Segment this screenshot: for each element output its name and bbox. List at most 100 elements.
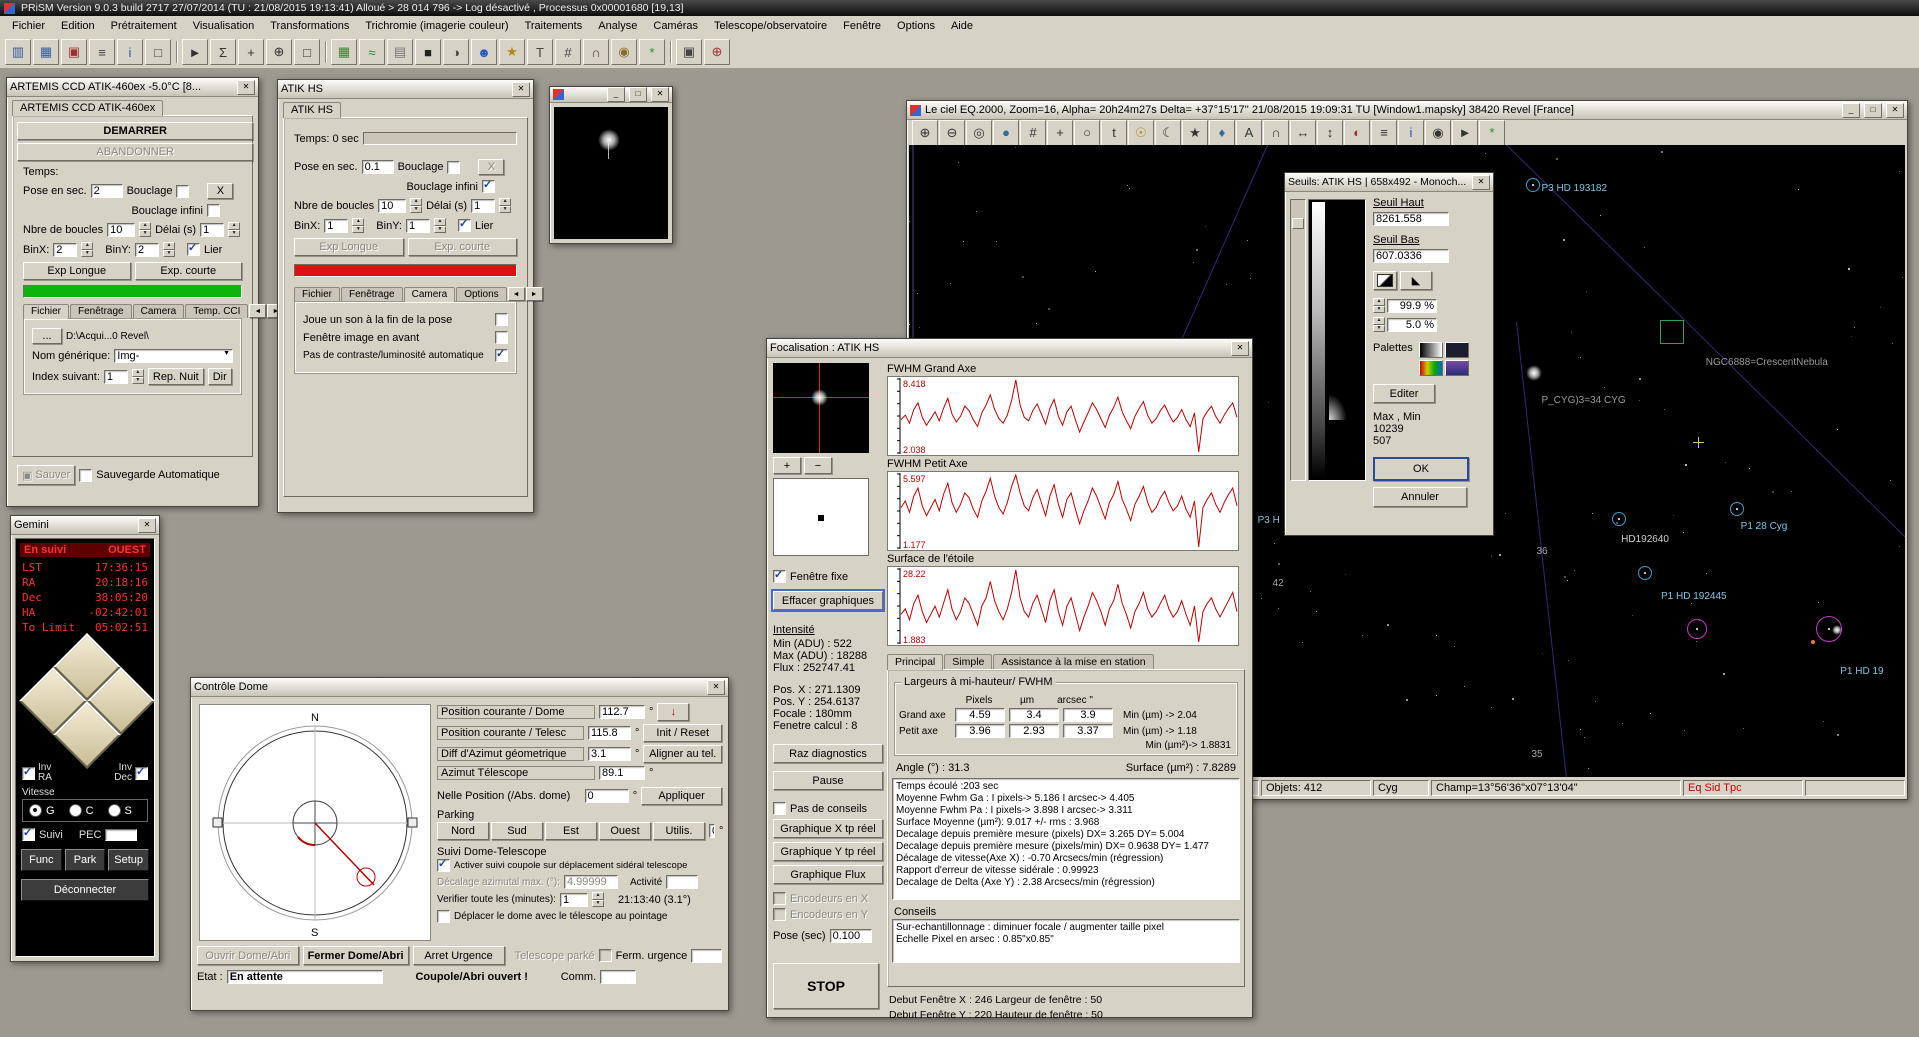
sky-time-button[interactable]: t (1101, 120, 1127, 146)
zoom-out-button[interactable]: − (804, 457, 832, 474)
nbre-boucles-spinner[interactable]: ▲▼ (410, 198, 422, 213)
seuil-haut-value[interactable]: 8261.558 (1373, 212, 1449, 226)
nord-park-button[interactable]: Nord (437, 822, 489, 840)
index-spinner[interactable]: ▲▼ (132, 369, 144, 384)
threshold-slider[interactable] (1290, 199, 1306, 481)
decalage-input[interactable]: 4.99999 (564, 875, 618, 889)
bouclage-checkbox[interactable] (176, 185, 189, 198)
pose-sec-input[interactable]: 0.100 (830, 929, 872, 943)
sky-object-label[interactable]: P1 28 Cyg (1741, 521, 1788, 532)
menu-item-cameras[interactable]: Caméras (645, 18, 706, 34)
tab-assistance[interactable]: Assistance à la mise en station (993, 654, 1153, 669)
menu-item-traitements[interactable]: Traitements (517, 18, 591, 34)
tab-scroll-left-button[interactable]: ◄ (508, 287, 525, 301)
sky-settings-button[interactable]: * (1479, 120, 1505, 146)
object-ring-marker[interactable] (1612, 512, 1626, 526)
pct-low-spinner[interactable]: ▲▼ (1373, 317, 1385, 332)
tab-scroll-left-button[interactable]: ◄ (249, 304, 266, 318)
preview-maximize-button[interactable]: □ (629, 87, 647, 102)
verifier-input[interactable]: 1 (560, 893, 588, 907)
object-ring-marker[interactable] (1638, 566, 1652, 580)
tab-camera[interactable]: Camera (404, 287, 456, 302)
graphique-y-tp-reel-button[interactable]: Graphique Y tp réel (773, 842, 883, 861)
graphique-flux-button[interactable]: Graphique Flux (773, 865, 883, 884)
artemis-tab[interactable]: ARTEMIS CCD ATIK-460ex (12, 100, 163, 116)
tab-principal[interactable]: Principal (887, 654, 943, 670)
palette-negative-button[interactable] (1445, 342, 1469, 358)
artemis-titlebar[interactable]: ARTEMIS CCD ATIK-460ex -5.0°C [8... ✕ (7, 78, 258, 97)
browse-button[interactable]: ... (32, 328, 62, 344)
setup-button[interactable]: Setup (108, 849, 149, 871)
sky-flip-v-button[interactable]: ↕ (1317, 120, 1343, 146)
sky-close-button[interactable]: ✕ (1886, 103, 1904, 118)
rep-nuit-button[interactable]: Rep. Nuit (148, 368, 204, 385)
exp-courte-button[interactable]: Exp. courte (135, 262, 243, 280)
histogram[interactable] (1308, 199, 1366, 481)
index-suivant-input[interactable]: 1 (104, 370, 128, 384)
sky-object-label[interactable]: 36 (1536, 546, 1547, 557)
sky-map-button[interactable]: ★ (499, 39, 525, 65)
exp-courte-button[interactable]: Exp. courte (408, 238, 518, 256)
park-azimuth-input[interactable]: 0 (709, 824, 715, 838)
preview-minimize-button[interactable]: _ (607, 87, 625, 102)
tab-fichier[interactable]: Fichier (23, 304, 69, 319)
autoguide-button[interactable]: ⊕ (704, 39, 730, 65)
gemini-titlebar[interactable]: Gemini ✕ (11, 516, 159, 535)
stop-exposure-button[interactable]: X (478, 159, 504, 175)
menu-item-options[interactable]: Options (889, 18, 943, 34)
align-telescope-button[interactable]: Aligner au tel. (643, 745, 722, 763)
zoom-in-button[interactable]: + (773, 457, 801, 474)
print-button[interactable]: ≡ (89, 39, 115, 65)
delai-input[interactable]: 1 (471, 199, 495, 213)
sky-object-label[interactable]: 42 (1273, 578, 1284, 589)
palette-violet-button[interactable] (1445, 360, 1469, 376)
sky-grid-button[interactable]: # (1020, 120, 1046, 146)
menu-item-trichromie-imagerie-couleur[interactable]: Trichromie (imagerie couleur) (357, 18, 516, 34)
sky-object-label[interactable]: P3 H (1258, 515, 1280, 526)
users-button[interactable]: ☻ (471, 39, 497, 65)
preview-close-button[interactable]: ✕ (651, 87, 669, 102)
init-reset-button[interactable]: Init / Reset (643, 724, 722, 742)
sky-field-button[interactable]: ◎ (966, 120, 992, 146)
pas-conseils-checkbox[interactable] (773, 802, 786, 815)
sky-object-label[interactable]: HD192640 (1621, 534, 1669, 545)
sky-maximize-button[interactable]: □ (1864, 103, 1882, 118)
sky-coords-button[interactable]: + (1047, 120, 1073, 146)
speed-option-s[interactable]: S (108, 804, 132, 817)
menu-item-fichier[interactable]: Fichier (4, 18, 53, 34)
nbre-boucles-input[interactable]: 10 (378, 199, 406, 213)
menu-item-transformations[interactable]: Transformations (262, 18, 357, 34)
select-rect-button[interactable]: □ (294, 39, 320, 65)
tab-fenetrage[interactable]: Fenêtrage (341, 287, 403, 301)
telescope-parked-checkbox[interactable] (599, 949, 612, 962)
pct-low-value[interactable]: 5.0 % (1387, 318, 1437, 332)
tab-fenetrage[interactable]: Fenêtrage (70, 304, 132, 318)
atik-close-button[interactable]: ✕ (512, 82, 530, 97)
sky-moon-button[interactable]: ☾ (1155, 120, 1181, 146)
disconnect-button[interactable]: Déconnecter (21, 879, 149, 901)
gear-button[interactable]: * (639, 39, 665, 65)
atik-tab[interactable]: ATIK HS (283, 102, 341, 118)
sky-horizon-button[interactable]: ∩ (1263, 120, 1289, 146)
fenetre-avant-checkbox[interactable] (495, 331, 508, 344)
auto-threshold-button[interactable] (1373, 271, 1397, 290)
pct-high-spinner[interactable]: ▲▼ (1373, 298, 1385, 313)
lier-checkbox[interactable] (458, 219, 471, 232)
sync-dome-button[interactable]: ↓ (657, 703, 689, 721)
preview-titlebar[interactable]: _ □ ✕ (550, 87, 672, 103)
sud-park-button[interactable]: Sud (491, 822, 543, 840)
pose-input[interactable]: 2 (91, 184, 123, 198)
close-dome-button[interactable]: Fermer Dome/Abri (303, 946, 409, 965)
binx-spinner[interactable]: ▲▼ (352, 218, 364, 233)
artemis-close-button[interactable]: ✕ (237, 80, 255, 95)
bouclage-checkbox[interactable] (447, 161, 460, 174)
seuil-haut-label[interactable]: Seuil Haut (1373, 197, 1485, 209)
menu-item-analyse[interactable]: Analyse (590, 18, 645, 34)
preview-image[interactable] (554, 107, 668, 239)
threshold-slider-thumb[interactable] (1292, 218, 1304, 229)
menu-item-edition[interactable]: Edition (53, 18, 103, 34)
sky-constellation-button[interactable]: ♦ (1209, 120, 1235, 146)
sky-object-label[interactable]: P1 HD 19 (1840, 666, 1883, 677)
sky-globe-button[interactable]: ● (993, 120, 1019, 146)
sky-minimize-button[interactable]: _ (1842, 103, 1860, 118)
